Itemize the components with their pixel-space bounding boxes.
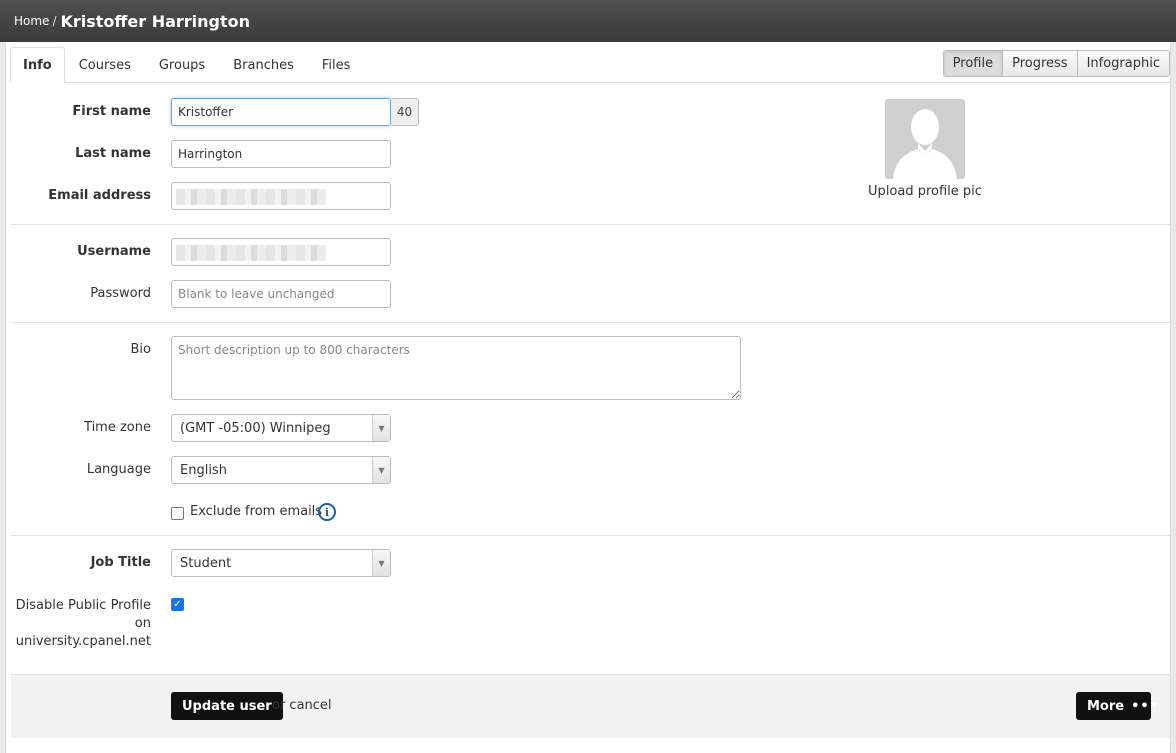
page-title: Kristoffer Harrington [60, 11, 251, 31]
dropdown-arrow-icon: ▼ [372, 550, 390, 576]
more-button[interactable]: More ••• [1076, 692, 1158, 720]
user-panel: Info Courses Groups Branches Files Profi… [5, 42, 1171, 753]
first-name-label: First name [72, 104, 151, 119]
section-divider [11, 224, 1170, 225]
dropdown-arrow-icon: ▼ [372, 457, 390, 483]
disable-public-profile-checkbox[interactable]: ✓ [171, 598, 184, 611]
language-value: English [180, 462, 227, 478]
tab-courses[interactable]: Courses [65, 47, 145, 83]
tab-info[interactable]: Info [10, 47, 65, 83]
avatar-silhouette-icon [885, 99, 965, 179]
profile-view-button[interactable]: Profile [943, 51, 1004, 76]
form-footer: Update user or cancel More ••• [11, 674, 1170, 738]
email-input[interactable] [171, 182, 391, 210]
tab-bar: Info Courses Groups Branches Files [10, 47, 364, 83]
timezone-select[interactable]: (GMT -05:00) Winnipeg ▼ [171, 414, 391, 442]
label-line: Disable Public Profile [15, 598, 151, 613]
cancel-link[interactable]: or cancel [272, 698, 332, 713]
password-label: Password [90, 286, 151, 301]
upload-profile-pic-link[interactable]: Upload profile pic [861, 184, 989, 199]
section-divider [11, 322, 1170, 323]
avatar[interactable] [885, 99, 965, 179]
tab-groups[interactable]: Groups [145, 47, 219, 83]
first-name-input[interactable] [171, 98, 391, 126]
info-icon[interactable]: i [318, 503, 336, 521]
timezone-label: Time zone [84, 420, 151, 435]
username-label: Username [77, 244, 151, 259]
more-label: More [1087, 698, 1125, 714]
disable-public-profile-label: Disable Public Profile on university.cpa… [6, 597, 151, 651]
update-user-button[interactable]: Update user [171, 692, 283, 720]
password-input[interactable] [171, 280, 391, 308]
language-label: Language [86, 462, 151, 477]
tab-branches[interactable]: Branches [219, 47, 308, 83]
breadcrumb-separator: / [52, 14, 57, 28]
exclude-emails-checkbox[interactable] [171, 507, 184, 520]
redacted-email [176, 189, 326, 205]
language-select[interactable]: English ▼ [171, 456, 391, 484]
title-bar: Home / Kristoffer Harrington [0, 0, 1176, 42]
dropdown-arrow-icon: ▼ [372, 415, 390, 441]
tab-files[interactable]: Files [308, 47, 365, 83]
label-line: university.cpanel.net [15, 634, 151, 649]
section-divider [11, 535, 1170, 536]
last-name-label: Last name [75, 146, 151, 161]
job-title-value: Student [180, 555, 232, 571]
job-title-select[interactable]: Student ▼ [171, 549, 391, 577]
infographic-view-button[interactable]: Infographic [1077, 51, 1169, 76]
username-input[interactable] [171, 238, 391, 266]
more-dots-icon: ••• [1131, 698, 1160, 714]
redacted-username [176, 245, 326, 261]
email-label: Email address [48, 188, 151, 203]
label-line: on [134, 616, 151, 631]
bio-label: Bio [130, 342, 151, 357]
progress-view-button[interactable]: Progress [1003, 51, 1078, 76]
timezone-value: (GMT -05:00) Winnipeg [180, 420, 331, 436]
job-title-label: Job Title [90, 555, 151, 570]
view-switcher: Profile Progress Infographic [942, 50, 1170, 77]
breadcrumb-home-link[interactable]: Home [14, 14, 49, 28]
first-name-char-counter: 40 [391, 98, 419, 126]
last-name-input[interactable] [171, 140, 391, 168]
bio-textarea[interactable] [171, 336, 741, 400]
exclude-emails-label: Exclude from emails [190, 504, 323, 519]
